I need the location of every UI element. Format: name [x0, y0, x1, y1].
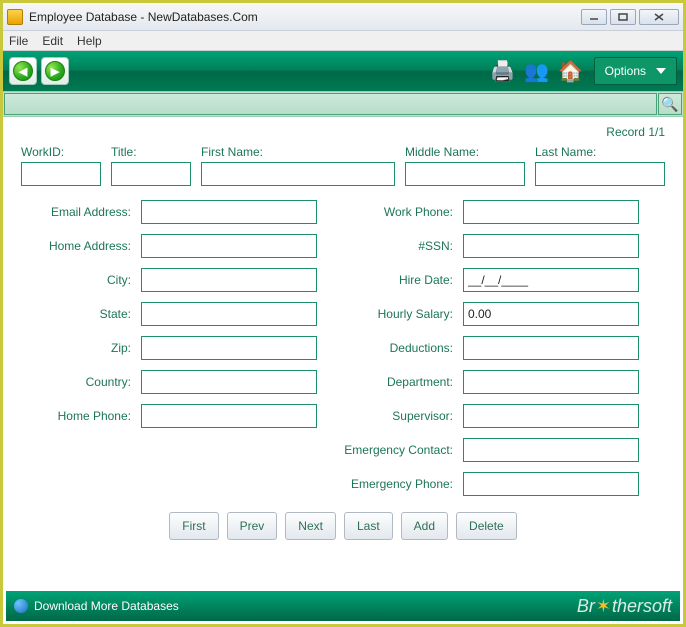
last-button[interactable]: Last [344, 512, 393, 540]
minimize-button[interactable] [581, 9, 607, 25]
department-label: Department: [327, 375, 453, 389]
firstname-input[interactable] [201, 162, 395, 186]
hiredate-input[interactable] [463, 268, 639, 292]
menu-file[interactable]: File [9, 34, 28, 48]
delete-button[interactable]: Delete [456, 512, 517, 540]
details-grid: Email Address: Work Phone: Home Address:… [21, 200, 665, 496]
download-icon [14, 599, 28, 613]
emcontact-label: Emergency Contact: [327, 443, 453, 457]
emphone-label: Emergency Phone: [327, 477, 453, 491]
ssn-input[interactable] [463, 234, 639, 258]
hourly-input[interactable] [463, 302, 639, 326]
search-icon[interactable]: 🔍 [658, 93, 682, 115]
country-input[interactable] [141, 370, 317, 394]
maximize-button[interactable] [610, 9, 636, 25]
options-button[interactable]: Options [594, 57, 677, 85]
top-row: WorkID: Title: First Name: Middle Name: … [21, 145, 665, 186]
record-nav: First Prev Next Last Add Delete [21, 496, 665, 546]
deductions-label: Deductions: [327, 341, 453, 355]
star-icon: ✶ [596, 596, 611, 617]
add-button[interactable]: Add [401, 512, 448, 540]
firstname-label: First Name: [201, 145, 395, 159]
first-button[interactable]: First [169, 512, 218, 540]
middlename-input[interactable] [405, 162, 525, 186]
record-counter: Record 1/1 [21, 121, 665, 145]
titlebar: Employee Database - NewDatabases.Com [3, 3, 683, 31]
download-link[interactable]: Download More Databases [34, 599, 179, 613]
homephone-input[interactable] [141, 404, 317, 428]
middlename-label: Middle Name: [405, 145, 525, 159]
workid-label: WorkID: [21, 145, 101, 159]
emcontact-input[interactable] [463, 438, 639, 462]
emphone-input[interactable] [463, 472, 639, 496]
country-label: Country: [21, 375, 131, 389]
state-label: State: [21, 307, 131, 321]
close-button[interactable] [639, 9, 679, 25]
title-label: Title: [111, 145, 191, 159]
lastname-input[interactable] [535, 162, 665, 186]
window-title: Employee Database - NewDatabases.Com [29, 10, 578, 24]
workid-input[interactable] [21, 162, 101, 186]
users-icon[interactable]: 👥 [523, 57, 551, 85]
supervisor-input[interactable] [463, 404, 639, 428]
supervisor-label: Supervisor: [327, 409, 453, 423]
email-input[interactable] [141, 200, 317, 224]
back-button[interactable]: ◀ [9, 57, 37, 85]
forward-button[interactable]: ▶ [41, 57, 69, 85]
lastname-label: Last Name: [535, 145, 665, 159]
chevron-down-icon [656, 68, 666, 74]
form-area: Record 1/1 WorkID: Title: First Name: Mi… [3, 117, 683, 554]
deductions-input[interactable] [463, 336, 639, 360]
zip-input[interactable] [141, 336, 317, 360]
homeaddr-input[interactable] [141, 234, 317, 258]
homephone-label: Home Phone: [21, 409, 131, 423]
department-input[interactable] [463, 370, 639, 394]
ssn-label: #SSN: [327, 239, 453, 253]
search-input[interactable] [4, 93, 657, 115]
menu-edit[interactable]: Edit [42, 34, 63, 48]
zip-label: Zip: [21, 341, 131, 355]
menu-bar: File Edit Help [3, 31, 683, 51]
menu-help[interactable]: Help [77, 34, 102, 48]
workphone-label: Work Phone: [327, 205, 453, 219]
city-label: City: [21, 273, 131, 287]
toolbar: ◀ ▶ 🖨️ 👥 🏠 Options [3, 51, 683, 91]
print-icon[interactable]: 🖨️ [489, 57, 517, 85]
brand-logo: Br✶thersoft [577, 596, 672, 617]
search-strip: 🔍 [3, 91, 683, 117]
homeaddr-label: Home Address: [21, 239, 131, 253]
city-input[interactable] [141, 268, 317, 292]
hiredate-label: Hire Date: [327, 273, 453, 287]
app-icon [7, 9, 23, 25]
state-input[interactable] [141, 302, 317, 326]
workphone-input[interactable] [463, 200, 639, 224]
home-icon[interactable]: 🏠 [557, 57, 585, 85]
next-button[interactable]: Next [285, 512, 336, 540]
title-input[interactable] [111, 162, 191, 186]
hourly-label: Hourly Salary: [327, 307, 453, 321]
prev-button[interactable]: Prev [227, 512, 278, 540]
email-label: Email Address: [21, 205, 131, 219]
footer: Download More Databases Br✶thersoft [6, 591, 680, 621]
options-label: Options [605, 64, 646, 78]
